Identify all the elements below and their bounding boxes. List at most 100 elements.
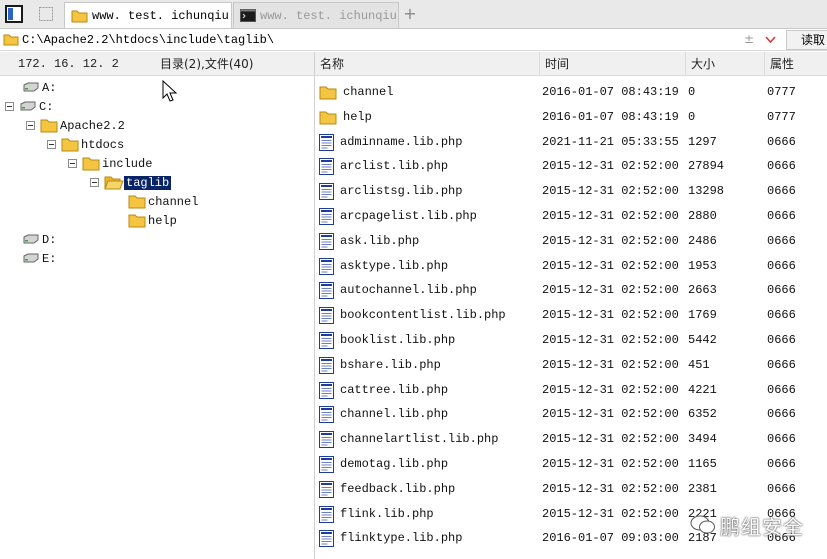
chevron-down-icon[interactable] <box>765 36 776 44</box>
tab-bar: www. test. ichunqiu www. test. ichunqiu … <box>0 0 827 29</box>
file-name: channel <box>343 85 394 99</box>
file-name-cell: channelartlist.lib.php <box>319 427 498 452</box>
tree-node-label: Apache2.2 <box>60 118 125 133</box>
file-size: 1297 <box>688 134 717 149</box>
path-input[interactable]: C:\Apache2.2\htdocs\include\taglib\ <box>22 31 782 49</box>
file-size: 5442 <box>688 333 717 347</box>
php-file-icon <box>319 505 334 523</box>
tree-node-drive-d[interactable]: D: <box>22 230 58 249</box>
tree-node-label: taglib <box>124 175 172 190</box>
plus-minus-icon[interactable]: ± <box>744 32 754 46</box>
file-time: 2015-12-31 02:52:00 <box>542 184 679 199</box>
file-size: 2381 <box>688 481 717 496</box>
file-row[interactable]: asktype.lib.php 2015-12-31 02:52:00 1953 06… <box>315 254 827 279</box>
watermark-text: 鹏组安全 <box>720 514 804 539</box>
file-time: 2016-01-07 08:43:19 <box>542 109 679 124</box>
file-name-cell: arcpagelist.lib.php <box>319 204 477 229</box>
folder-icon <box>82 157 100 171</box>
tab-file-manager[interactable]: www. test. ichunqiu <box>64 2 232 28</box>
file-row[interactable]: channelartlist.lib.php 2015-12-31 02:52:0… <box>315 427 827 452</box>
collapse-toggle[interactable] <box>90 178 99 187</box>
file-list: channel 2016-01-07 08:43:19 0 0777 help 2016-… <box>315 77 827 559</box>
tree-node-label: htdocs <box>81 137 125 152</box>
file-row[interactable]: arclistsg.lib.php 2015-12-31 02:52:00 1329… <box>315 179 827 204</box>
tree-node-apache[interactable]: Apache2.2 <box>26 116 127 135</box>
file-row[interactable]: channel.lib.php 2015-12-31 02:52:00 6352 06… <box>315 402 827 427</box>
file-attr: 0666 <box>767 357 796 372</box>
tree-node-include[interactable]: include <box>68 154 154 173</box>
file-row[interactable]: arclist.lib.php 2015-12-31 02:52:00 27894 0… <box>315 154 827 179</box>
php-file-icon <box>319 282 334 300</box>
file-row[interactable]: cattree.lib.php 2015-12-31 02:52:00 4221 06… <box>315 378 827 403</box>
host-ip: 172. 16. 12. 2 <box>18 57 119 71</box>
panel-toggle-button[interactable] <box>3 3 25 25</box>
file-row[interactable]: ask.lib.php 2015-12-31 02:52:00 2486 0666 <box>315 229 827 254</box>
file-row[interactable]: demotag.lib.php 2015-12-31 02:52:00 1165 06… <box>315 452 827 477</box>
tree-node-taglib[interactable]: taglib <box>90 173 172 192</box>
file-time: 2015-12-31 02:52:00 <box>542 233 679 248</box>
file-time: 2015-12-31 02:52:00 <box>542 432 679 447</box>
file-name-cell: asktype.lib.php <box>319 254 448 279</box>
add-tab-button[interactable]: + <box>402 4 418 24</box>
file-size: 4221 <box>688 382 717 397</box>
new-window-button[interactable] <box>35 3 57 25</box>
column-header-name[interactable]: 名称 <box>315 52 539 76</box>
file-row[interactable]: feedback.lib.php 2015-12-31 02:52:00 2381 0… <box>315 477 827 502</box>
file-row[interactable]: bshare.lib.php 2015-12-31 02:52:00 451 0666 <box>315 353 827 378</box>
file-name-cell: help <box>319 105 372 130</box>
php-file-icon <box>319 208 334 225</box>
dir-summary: 目录(2),文件(40) <box>160 57 254 71</box>
collapse-toggle[interactable] <box>26 121 35 130</box>
column-header-attr[interactable]: 属性 <box>764 52 827 76</box>
php-file-icon <box>319 431 334 449</box>
file-time: 2015-12-31 02:52:00 <box>542 357 679 372</box>
collapse-toggle[interactable] <box>47 140 56 149</box>
read-button[interactable]: 读取 <box>786 30 827 50</box>
file-name: bshare.lib.php <box>340 357 441 372</box>
directory-tree: A: C: Apache2.2 htdocs include taglib ch… <box>0 77 314 559</box>
file-row[interactable]: booklist.lib.php 2015-12-31 02:52:00 5442 0… <box>315 328 827 353</box>
file-name-cell: flinktype.lib.php <box>319 526 462 551</box>
tree-node-label: E: <box>42 251 57 266</box>
tab-terminal[interactable]: www. test. ichunqiu <box>233 2 399 28</box>
file-row[interactable]: help 2016-01-07 08:43:19 0 0777 <box>315 105 827 130</box>
collapse-toggle[interactable] <box>68 159 77 168</box>
file-name-cell: adminname.lib.php <box>319 130 462 155</box>
column-header-time[interactable]: 时间 <box>539 52 685 76</box>
file-time: 2015-12-31 02:52:00 <box>542 308 679 323</box>
file-row[interactable]: adminname.lib.php 2021-11-21 05:33:55 1297… <box>315 130 827 155</box>
file-row[interactable]: arcpagelist.lib.php 2015-12-31 02:52:00 28… <box>315 204 827 229</box>
file-row[interactable]: bookcontentlist.lib.php 2015-12-31 02:52:… <box>315 303 827 328</box>
folder-icon <box>61 138 79 152</box>
file-name-cell: autochannel.lib.php <box>319 278 477 303</box>
file-size: 2486 <box>688 233 717 248</box>
file-time: 2016-01-07 09:03:00 <box>542 531 679 546</box>
drive-icon <box>23 82 39 92</box>
file-row[interactable]: autochannel.lib.php 2015-12-31 02:52:00 26… <box>315 278 827 303</box>
folder-icon <box>71 10 88 22</box>
file-time: 2015-12-31 02:52:00 <box>542 258 679 273</box>
folder-icon <box>128 214 146 228</box>
php-file-icon <box>319 332 334 349</box>
file-attr: 0666 <box>767 333 796 347</box>
file-attr: 0666 <box>767 134 796 149</box>
file-size: 6352 <box>688 407 717 422</box>
tree-node-drive-a[interactable]: A: <box>22 78 58 97</box>
tree-node-htdocs[interactable]: htdocs <box>47 135 126 154</box>
tree-node-help[interactable]: help <box>128 211 179 230</box>
file-size: 0 <box>688 85 696 99</box>
collapse-toggle[interactable] <box>5 102 14 111</box>
file-name-cell: flink.lib.php <box>319 502 434 527</box>
drive-icon <box>20 101 36 111</box>
tree-node-channel[interactable]: channel <box>128 192 200 211</box>
file-row[interactable]: channel 2016-01-07 08:43:19 0 0777 <box>315 80 827 105</box>
drive-icon <box>23 234 39 244</box>
column-header-size[interactable]: 大小 <box>685 52 764 76</box>
file-name: ask.lib.php <box>340 233 420 248</box>
tree-node-drive-e[interactable]: E: <box>22 249 58 268</box>
file-name: adminname.lib.php <box>340 134 463 149</box>
tree-node-drive-c[interactable]: C: <box>5 97 55 116</box>
file-time: 2015-12-31 02:52:00 <box>542 457 679 471</box>
file-attr: 0666 <box>767 159 796 174</box>
address-bar: C:\Apache2.2\htdocs\include\taglib\ ± 读取 <box>0 29 827 51</box>
